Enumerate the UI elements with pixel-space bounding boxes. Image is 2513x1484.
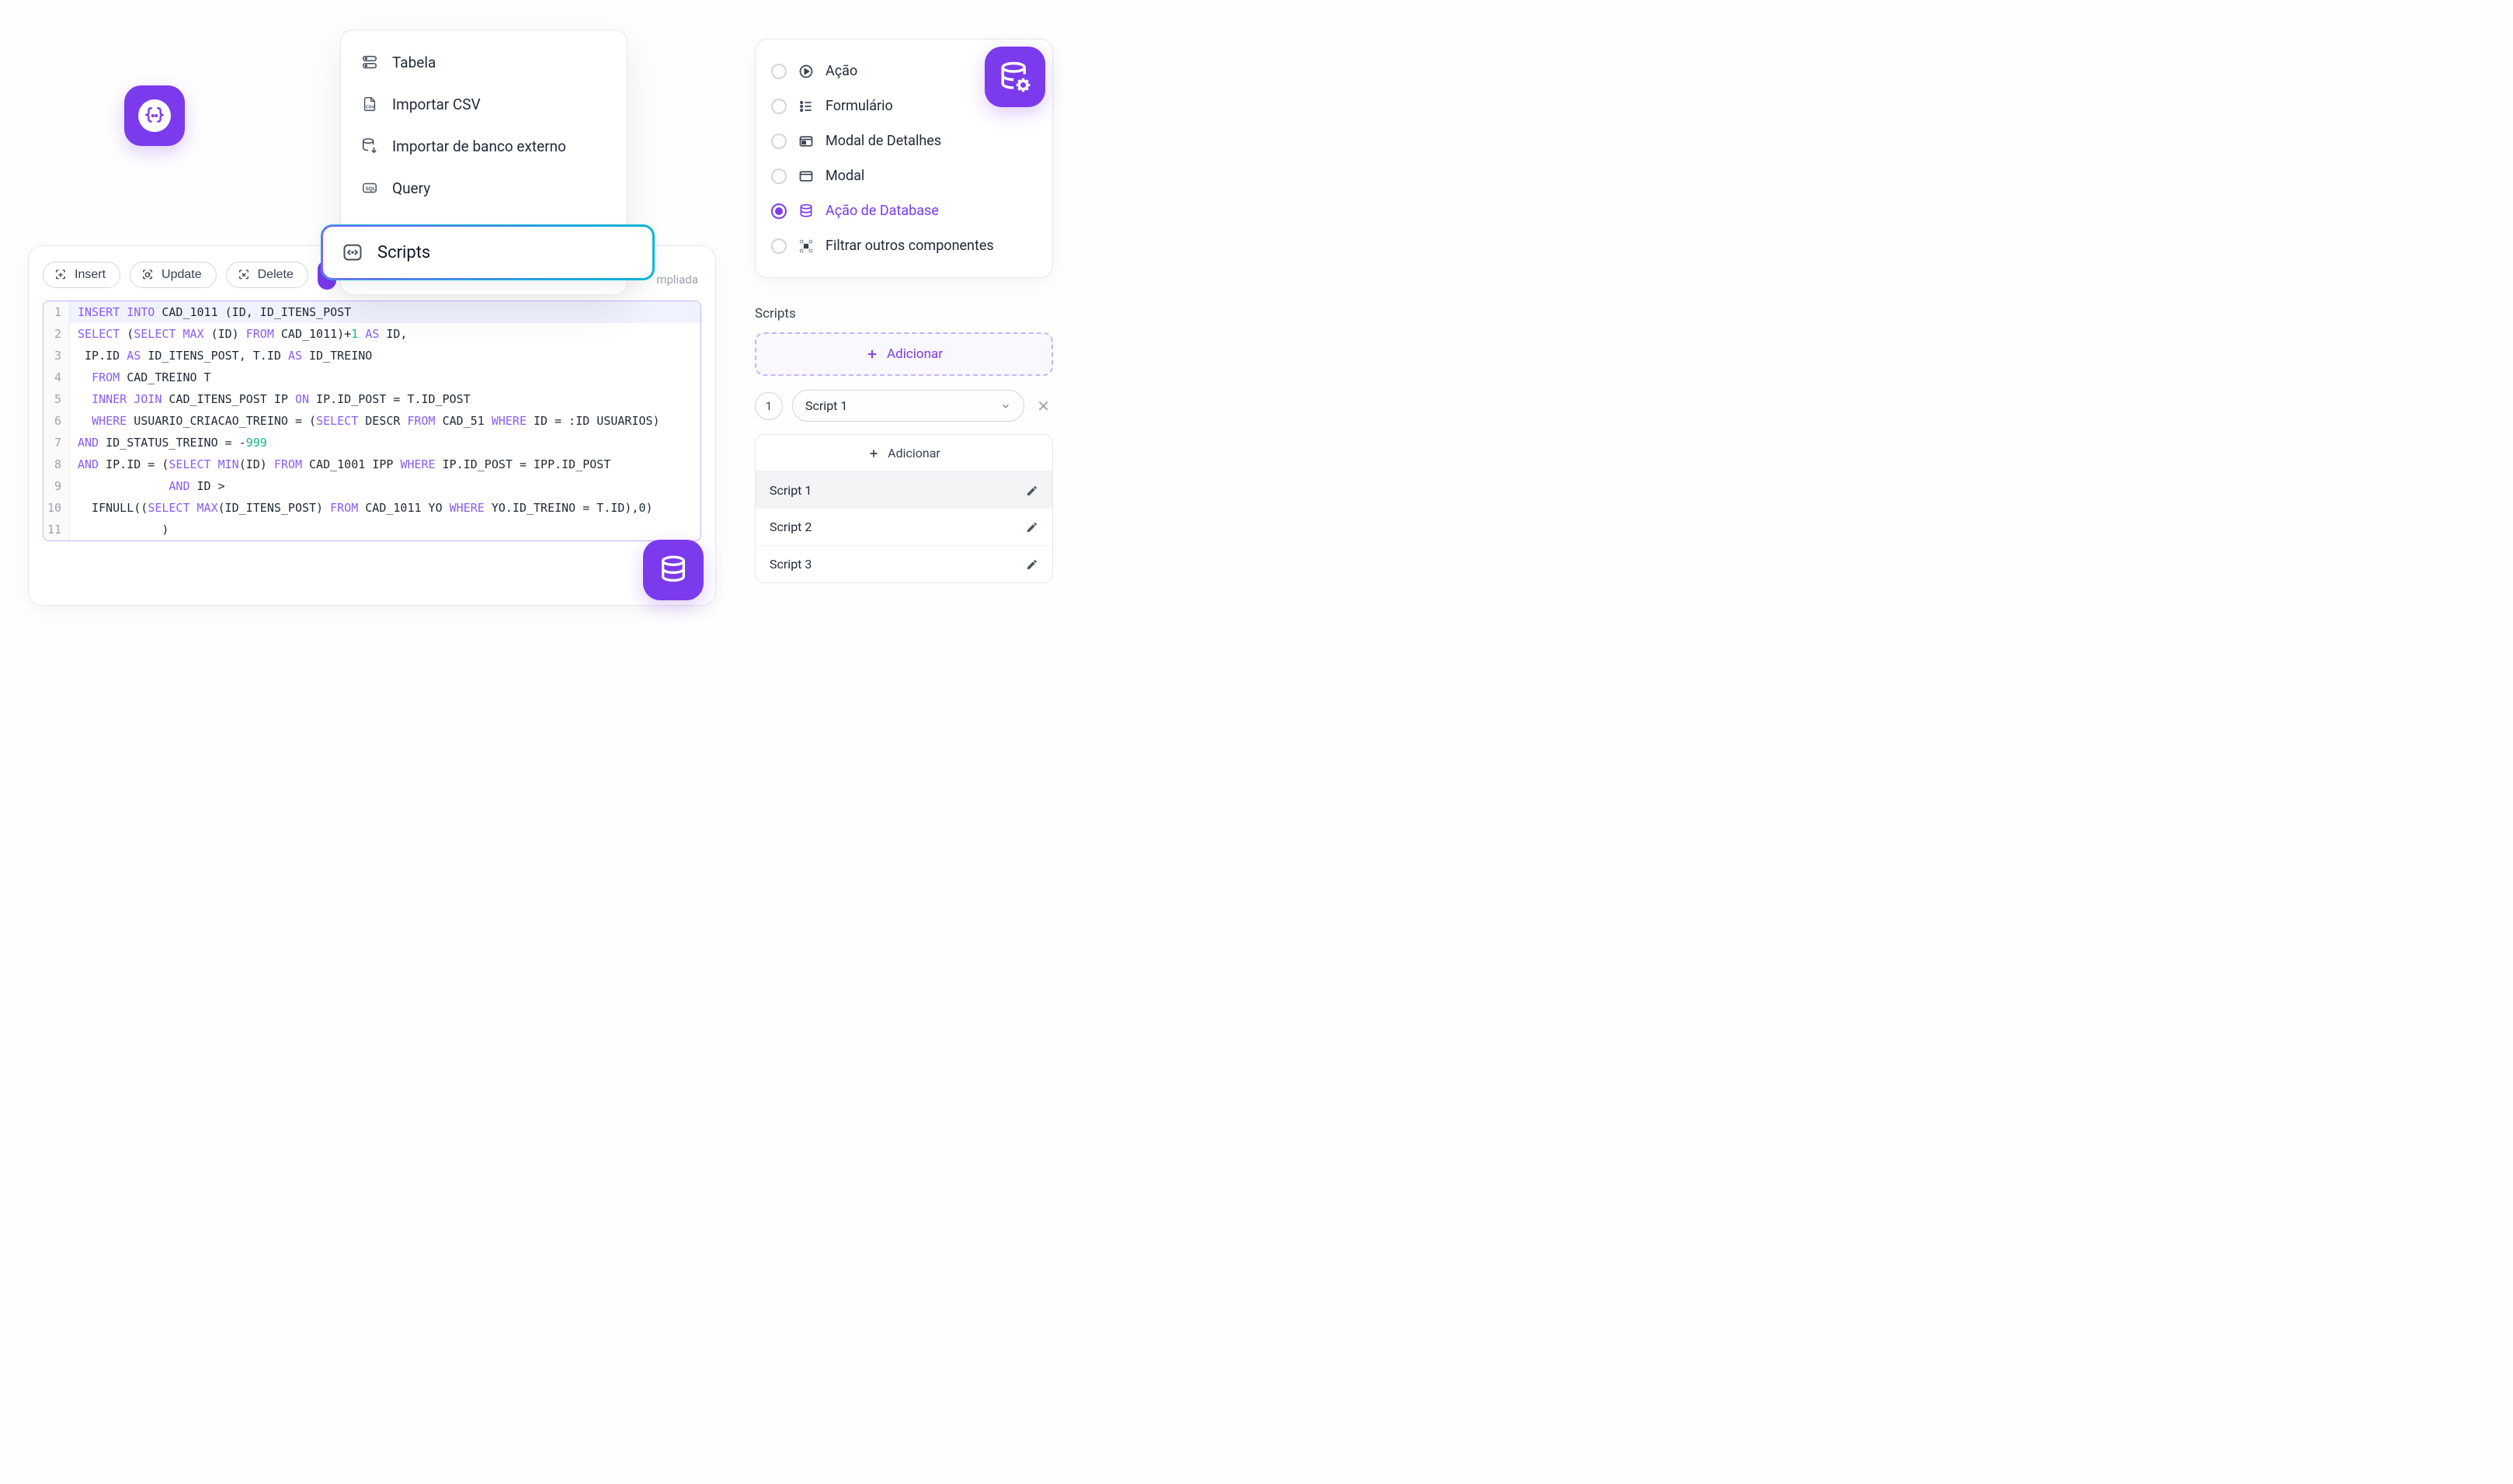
- scripts-dropdown: Adicionar Script 1 Script 2 Script 3: [755, 434, 1053, 583]
- radio-indicator: [771, 238, 787, 254]
- code-braces-icon: [144, 106, 165, 126]
- code-icon: [342, 242, 363, 263]
- remove-script-button[interactable]: ✕: [1034, 397, 1053, 415]
- delete-button[interactable]: Delete: [226, 262, 308, 288]
- database-icon: [658, 554, 689, 586]
- radio-indicator: [771, 134, 787, 149]
- button-label: Update: [162, 268, 202, 282]
- radio-modal-detalhes[interactable]: Modal de Detalhes: [771, 123, 1037, 158]
- code-editor[interactable]: 1INSERT INTO CAD_1011 (ID, ID_ITENS_POST…: [43, 301, 701, 541]
- chevron-down-icon: [1000, 401, 1011, 412]
- list-item[interactable]: Script 2: [756, 509, 1052, 545]
- list-item-label: Script 1: [770, 483, 812, 498]
- play-circle-icon: [798, 64, 815, 79]
- sql-editor-panel: Insert Update Delete mpliada 1INSERT INT…: [28, 245, 716, 606]
- menu-item-tabela[interactable]: Tabela: [341, 41, 627, 83]
- menu-item-label: Tabela: [392, 54, 436, 71]
- radio-indicator: [771, 169, 787, 184]
- menu-item-csv[interactable]: CSV Importar CSV: [341, 83, 627, 125]
- select-value: Script 1: [805, 398, 847, 413]
- radio-indicator: [771, 203, 787, 219]
- radio-label: Filtrar outros componentes: [826, 238, 994, 254]
- menu-item-label: Importar CSV: [392, 96, 481, 113]
- radio-indicator: [771, 99, 787, 114]
- button-label: Insert: [75, 268, 106, 282]
- sql-icon: SQL: [360, 178, 380, 198]
- edit-icon[interactable]: [1026, 558, 1038, 571]
- database-settings-badge: [985, 47, 1045, 107]
- update-icon: [141, 268, 155, 282]
- scripts-section: Scripts Adicionar 1 Script 1 ✕ Adicionar…: [755, 306, 1053, 583]
- radio-label: Modal de Detalhes: [826, 133, 941, 149]
- code-badge: [124, 85, 185, 146]
- order-chip: 1: [755, 392, 783, 420]
- radio-modal[interactable]: Modal: [771, 158, 1037, 193]
- plus-icon: [865, 347, 879, 361]
- button-label: Delete: [258, 268, 294, 282]
- script-select-row: 1 Script 1 ✕: [755, 390, 1053, 422]
- menu-item-label: Importar de banco externo: [392, 137, 566, 155]
- svg-text:SQL: SQL: [366, 186, 376, 192]
- script-select[interactable]: Script 1: [792, 390, 1024, 422]
- scripts-title: Scripts: [755, 306, 1053, 321]
- menu-item-scripts-selected[interactable]: Scripts: [322, 225, 654, 280]
- menu-item-db-externo[interactable]: Importar de banco externo: [341, 125, 627, 167]
- table-icon: [360, 52, 380, 72]
- code-badge-inner: [138, 99, 171, 132]
- add-label: Adicionar: [887, 346, 943, 362]
- insert-icon: [54, 268, 68, 282]
- plus-icon: [867, 447, 880, 460]
- radio-filtrar[interactable]: Filtrar outros componentes: [771, 228, 1037, 263]
- database-gear-icon: [999, 61, 1031, 93]
- menu-item-label: Query: [392, 179, 430, 197]
- csv-icon: CSV: [360, 94, 380, 114]
- radio-label: Ação de Database: [826, 203, 939, 219]
- radio-label: Ação: [826, 63, 857, 79]
- insert-button[interactable]: Insert: [43, 262, 120, 288]
- database-icon: [798, 203, 815, 219]
- svg-text:CSV: CSV: [366, 106, 375, 110]
- delete-icon: [238, 268, 252, 282]
- filter-icon: [798, 238, 815, 254]
- add-script-box[interactable]: Adicionar: [755, 332, 1053, 376]
- form-icon: [798, 99, 815, 114]
- list-add-row[interactable]: Adicionar: [756, 435, 1052, 472]
- list-item-label: Script 2: [770, 520, 812, 534]
- db-import-icon: [360, 136, 380, 156]
- menu-item-query[interactable]: SQL Query: [341, 167, 627, 209]
- radio-label: Formulário: [826, 98, 893, 114]
- edit-icon[interactable]: [1026, 521, 1038, 533]
- menu-item-label: Scripts: [377, 243, 430, 262]
- ampliada-label: mpliada: [656, 273, 698, 287]
- edit-icon[interactable]: [1026, 485, 1038, 497]
- modal-icon: [798, 169, 815, 184]
- radio-indicator: [771, 64, 787, 79]
- database-badge-editor: [643, 540, 704, 600]
- update-button[interactable]: Update: [130, 262, 217, 288]
- modal-details-icon: [798, 134, 815, 149]
- list-item-label: Script 3: [770, 557, 812, 572]
- list-add-label: Adicionar: [888, 446, 940, 460]
- list-item[interactable]: Script 1: [756, 472, 1052, 509]
- radio-acao-database[interactable]: Ação de Database: [771, 193, 1037, 228]
- list-item[interactable]: Script 3: [756, 545, 1052, 582]
- radio-label: Modal: [826, 168, 864, 184]
